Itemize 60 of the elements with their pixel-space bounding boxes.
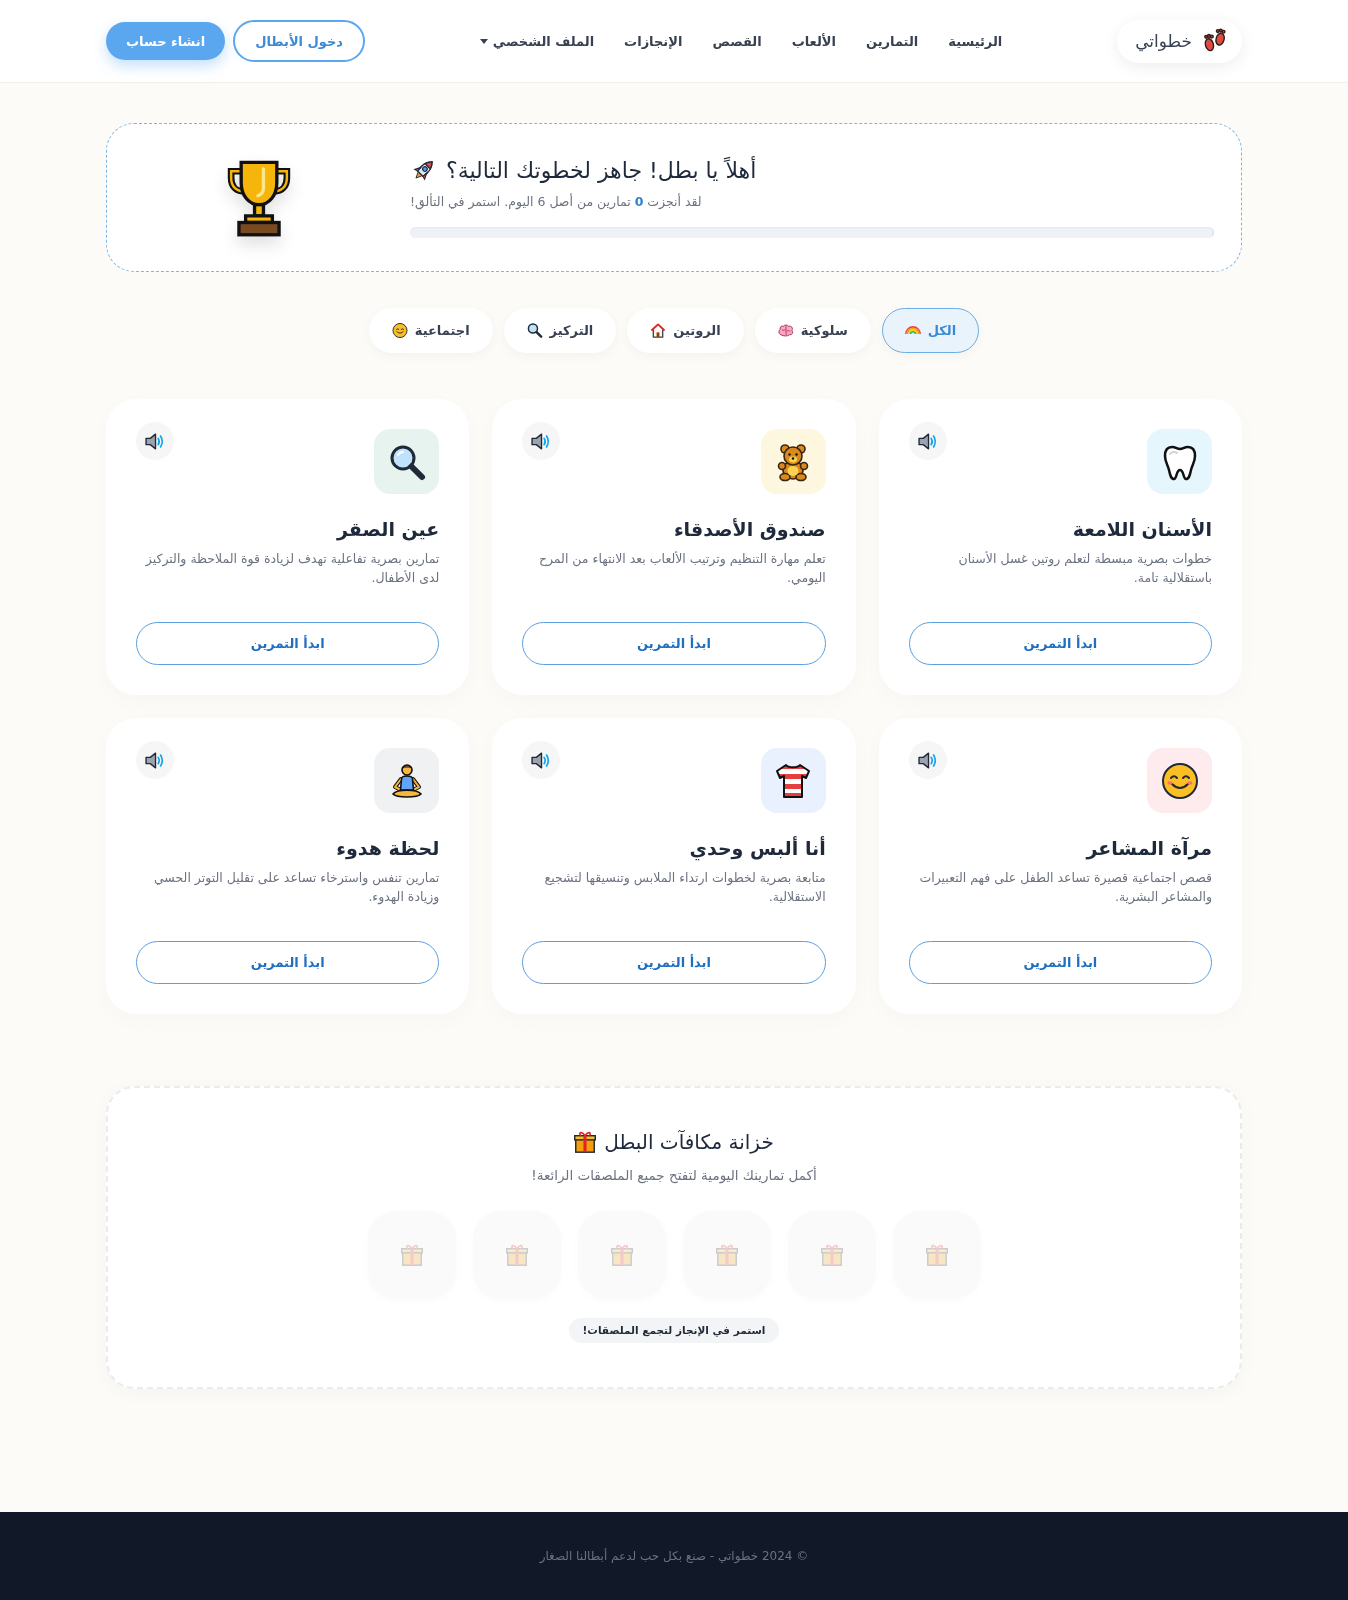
- exercise-title: لحظة هدوء: [335, 836, 440, 862]
- speaker-icon: [917, 432, 938, 450]
- sound-button[interactable]: [908, 422, 947, 460]
- nav-link[interactable]: الملف الشخصي: [479, 33, 595, 49]
- nav-link[interactable]: القصص: [712, 33, 762, 49]
- gift-icon: [505, 1244, 528, 1266]
- exercise-description: قصص اجتماعية قصيرة تساعد الطفل على فهم التعبيرات والمشاعر البشرية.: [918, 869, 1212, 906]
- sound-button[interactable]: [522, 422, 561, 460]
- nav-link[interactable]: الإنجازات: [624, 33, 683, 49]
- filter-chip[interactable]: سلوكية: [754, 308, 871, 353]
- smiling-face-icon: [391, 323, 408, 338]
- speaker-icon: [917, 751, 938, 769]
- exercise-title: صندوق الأصدقاء: [672, 517, 826, 543]
- brain-icon: [777, 323, 794, 338]
- brand-logo[interactable]: خطواتي: [1117, 19, 1242, 63]
- speaker-icon: [531, 751, 552, 769]
- gift-icon: [610, 1244, 633, 1266]
- exercise-description: متابعة بصرية لخطوات ارتداء الملابس وتنسيقها لتشجيع الاستقلالية.: [543, 869, 826, 906]
- gift-icon: [820, 1244, 843, 1266]
- start-button[interactable]: ابدأ التمرين: [908, 941, 1212, 984]
- footprints-icon: [1202, 28, 1228, 54]
- filter-chip[interactable]: الروتين: [627, 308, 744, 353]
- gift-icon: [400, 1244, 423, 1266]
- sound-button[interactable]: [136, 741, 174, 779]
- rewards-title: خزانة مكافآت البطل: [604, 1130, 774, 1154]
- house-icon: [650, 323, 667, 338]
- exercise-title: أنا ألبس وحدي: [688, 835, 826, 863]
- exercise-description: تمارين بصرية تفاعلية تهدف لزيادة قوة الملاحظة والتركيز لدى الأطفال.: [144, 550, 440, 587]
- nav-link[interactable]: التمارين: [865, 33, 919, 49]
- exercise-title: مرآة المشاعر: [1084, 836, 1212, 862]
- rewards-subtitle: أكمل تمارينك اليومية لتفتح جميع الملصقات الرائعة!: [530, 1165, 818, 1186]
- sound-button[interactable]: [522, 741, 561, 779]
- start-button[interactable]: ابدأ التمرين: [136, 941, 440, 984]
- gift-icon: [715, 1244, 738, 1266]
- speaker-icon: [531, 432, 552, 450]
- speaker-icon: [145, 432, 165, 450]
- exercise-description: تعلم مهارة التنظيم وترتيب الألعاب بعد الانتهاء من المرح اليومي.: [537, 550, 826, 587]
- start-button[interactable]: ابدأ التمرين: [522, 941, 826, 984]
- speaker-icon: [145, 751, 165, 769]
- sound-button[interactable]: [908, 741, 947, 779]
- login-button[interactable]: دخول الأبطال: [233, 20, 365, 62]
- gift-icon: [925, 1244, 948, 1266]
- exercise-title: الأسنان اللامعة: [1071, 517, 1212, 542]
- copyright-text: © 2024 خطواتي - صنع بكل حب لدعم أبطالنا الصغار: [539, 1549, 809, 1563]
- start-button[interactable]: ابدأ التمرين: [522, 622, 826, 665]
- filter-chip[interactable]: اجتماعية: [368, 308, 493, 353]
- nav-link[interactable]: الألعاب: [791, 33, 836, 49]
- filter-chip[interactable]: التركيز: [503, 308, 617, 353]
- start-button[interactable]: ابدأ التمرين: [136, 622, 440, 665]
- magnifier-icon: [526, 323, 543, 338]
- gift-icon: [574, 1131, 597, 1153]
- sound-button[interactable]: [136, 422, 174, 460]
- nav-link[interactable]: الرئيسية: [948, 33, 1003, 49]
- exercise-title: عين الصقر: [335, 517, 440, 543]
- exercise-description: تمارين تنفس واسترخاء تساعد على تقليل التوتر الحسي وزيادة الهدوء.: [152, 869, 440, 906]
- welcome-title: أهلاً يا بطل! جاهز لخطوتك التالية؟: [446, 157, 757, 183]
- start-button[interactable]: ابدأ التمرين: [908, 622, 1212, 665]
- caret-icon: [479, 38, 488, 44]
- exercise-description: خطوات بصرية مبسطة لتعلم روتين غسل الأسنان باستقلالية تامة.: [957, 550, 1212, 587]
- encouragement-note: استمر في الإنجاز لتجمع الملصقات!: [568, 1318, 780, 1343]
